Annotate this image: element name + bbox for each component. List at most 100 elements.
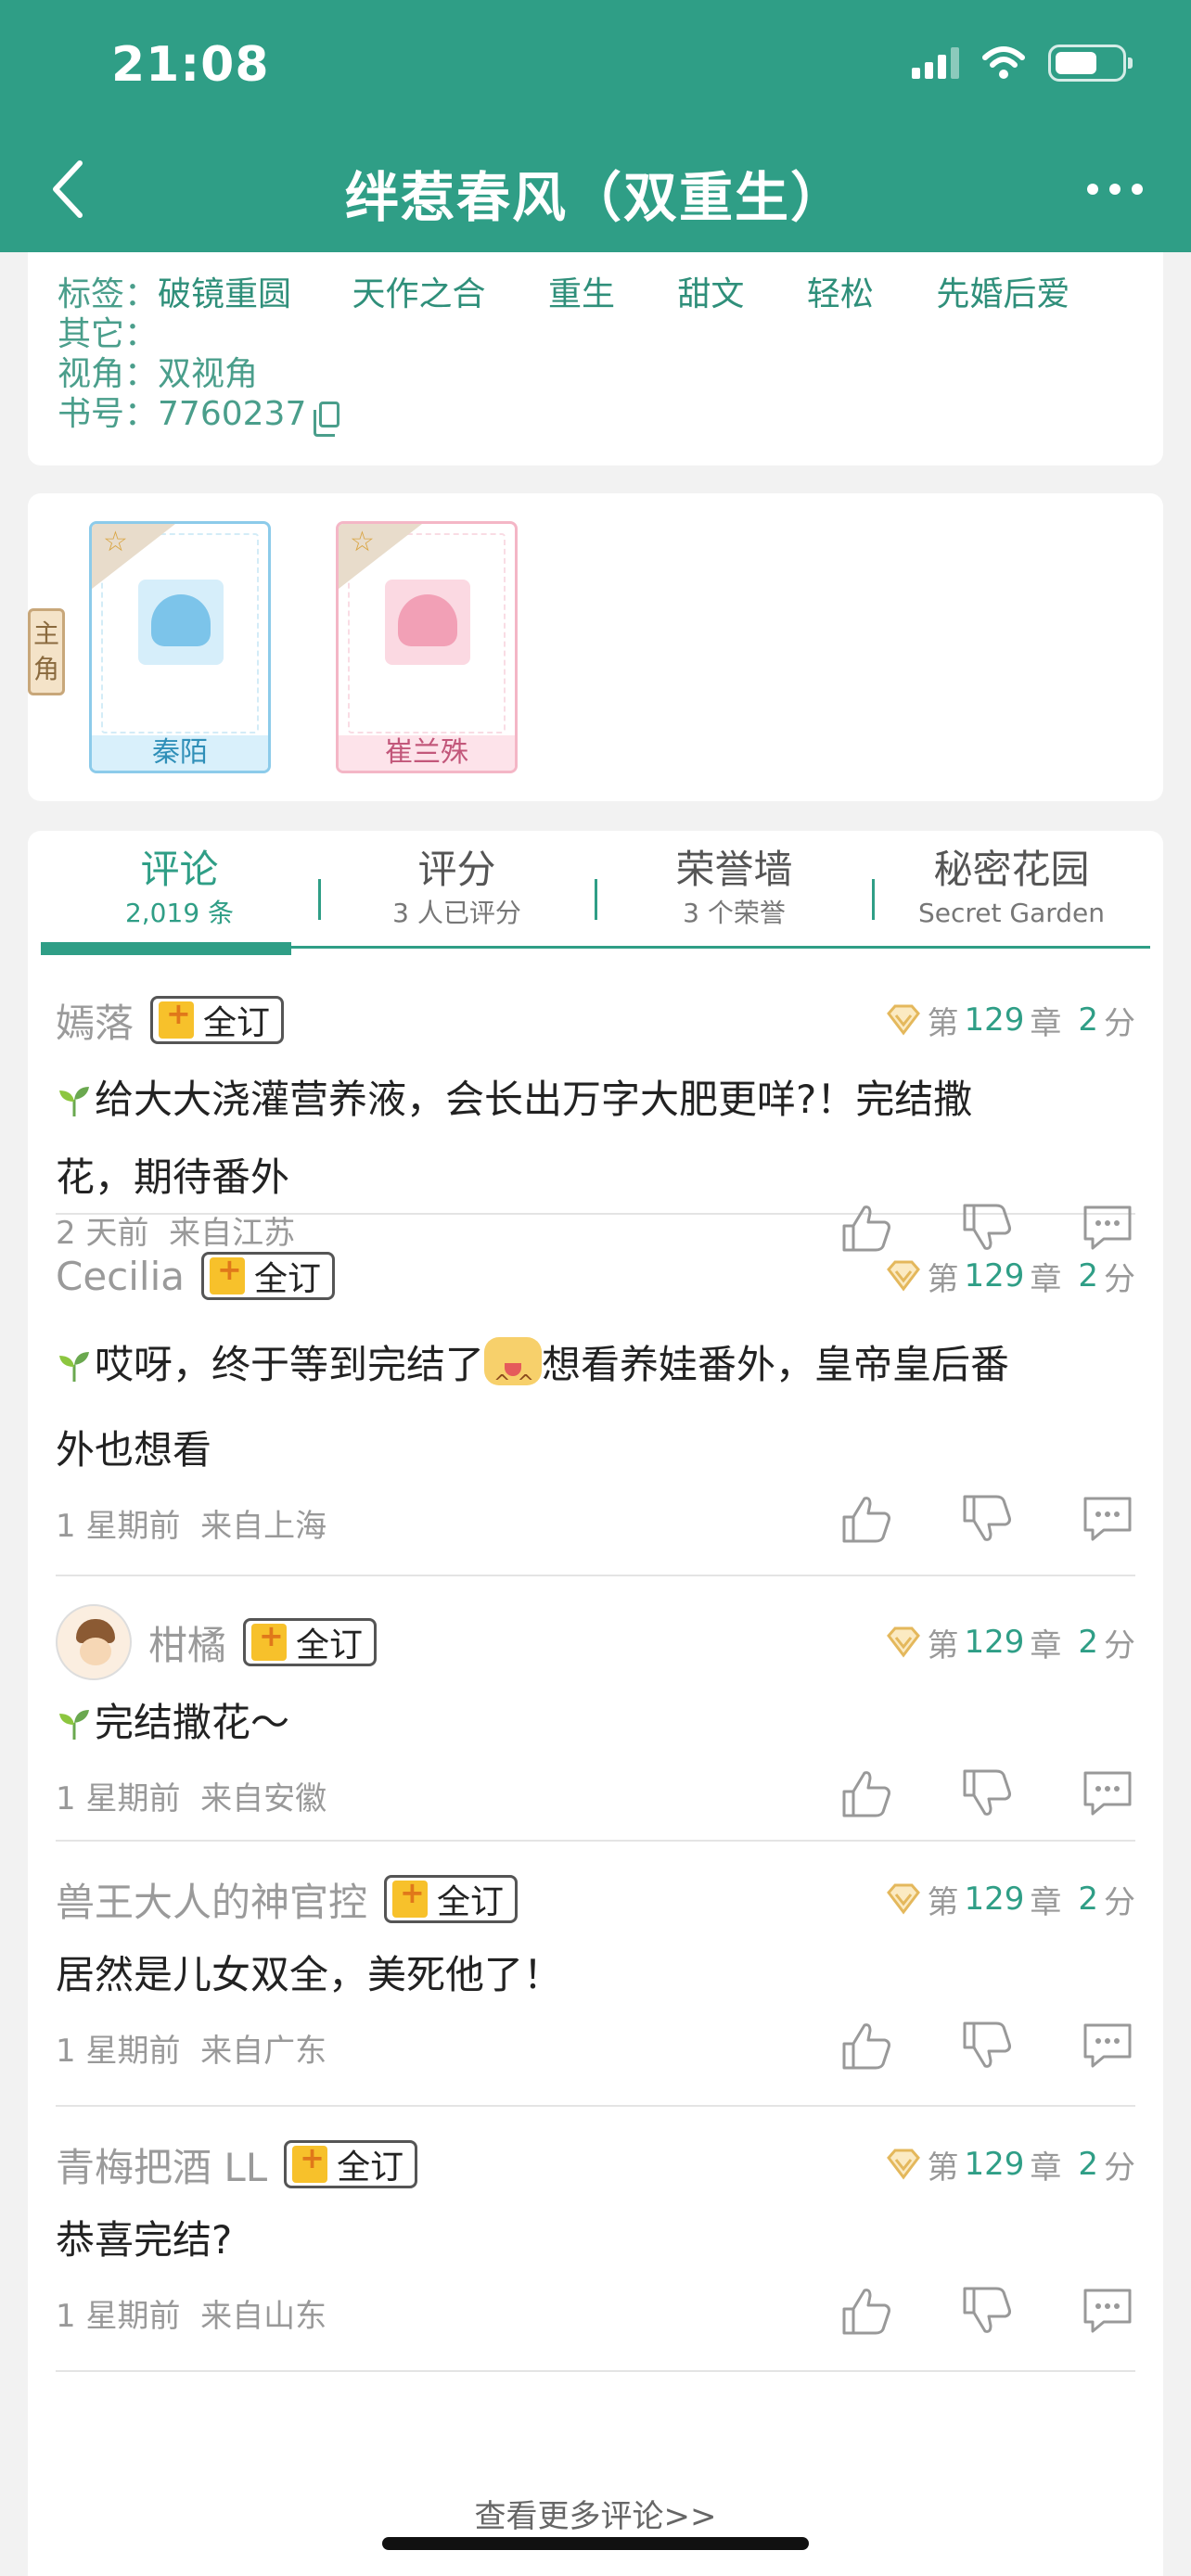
comment-username[interactable]: 青梅把酒 LL — [56, 2136, 267, 2193]
reply-icon[interactable] — [1080, 2020, 1135, 2072]
book-id: 7760237 — [158, 395, 307, 433]
subscription-badge: 全订 — [201, 1252, 336, 1300]
comment-actions — [839, 2020, 1135, 2072]
tab-divider — [595, 879, 597, 920]
thumb-up-icon[interactable] — [839, 2285, 894, 2337]
subscription-badge: 全订 — [150, 996, 285, 1044]
tab-bar: 评论 2,019 条 评分 3 人已评分 荣誉墙 3 个荣誉 秘密花园 Secret G… — [41, 844, 1150, 946]
vip-diamond-icon — [887, 1883, 921, 1915]
sprout-icon — [59, 1087, 89, 1116]
subscription-icon — [159, 996, 195, 1039]
role-name: 秦陌 — [92, 735, 268, 771]
signal-icon — [912, 47, 959, 79]
tab-divider — [872, 879, 875, 920]
sprout-icon — [59, 1710, 89, 1740]
tag[interactable]: 轻松 — [807, 275, 874, 313]
comment-meta: 1 星期前 来自山东 — [56, 2298, 327, 2335]
role-card-female[interactable]: ☆ 崔兰殊 — [336, 521, 518, 773]
role-avatar — [385, 580, 470, 665]
subscription-icon — [392, 1875, 429, 1918]
comment-item: 柑橘 全订 第129章2分 完结撒花～ 1 星期前 来自安徽 — [56, 1575, 1135, 1842]
view-more-comments-link[interactable]: 查看更多评论>> — [28, 2491, 1163, 2536]
subscription-badge: 全订 — [284, 2140, 418, 2188]
top-header: 21:08 绊惹春风（双重生） — [0, 0, 1191, 252]
tag[interactable]: 重生 — [548, 275, 615, 313]
comment-username[interactable]: 兽王大人的神官控 — [56, 1871, 367, 1928]
comment-text: 给大大浇灌营养液，会长出万字大肥更咩?！完结撒 花，期待番外 — [56, 1077, 973, 1200]
subscription-icon — [251, 1618, 288, 1661]
thumb-down-icon[interactable] — [959, 1493, 1015, 1545]
role-avatar — [138, 580, 224, 665]
comment-actions — [839, 2285, 1135, 2337]
reply-icon[interactable] — [1080, 2285, 1135, 2337]
book-info-card: 标签： 破镜重圆 天作之合 重生 甜文 轻松 先婚后爱 其它： 视角： 双视角 … — [28, 252, 1163, 465]
chapter-score: 第 129 章 2 分 — [886, 1254, 1135, 1299]
comment-actions — [839, 1767, 1135, 1819]
comments-card: 评论 2,019 条 评分 3 人已评分 荣誉墙 3 个荣誉 秘密花园 Secret G… — [28, 831, 1163, 2576]
tag[interactable]: 破镜重圆 — [158, 275, 291, 313]
comment-username[interactable]: 柑橘 — [148, 1614, 226, 1671]
tag[interactable]: 甜文 — [677, 275, 744, 313]
comment-username[interactable]: Cecilia — [56, 1254, 185, 1299]
thumb-down-icon[interactable] — [959, 1767, 1015, 1819]
comment-text: 哎呀，终于等到完结了想看养娃番外，皇帝皇后番外也想看 — [56, 1322, 1135, 1493]
thumb-up-icon[interactable] — [839, 2020, 894, 2072]
home-indicator[interactable] — [382, 2537, 809, 2550]
tab-comments[interactable]: 评论 2,019 条 — [41, 844, 318, 946]
tab-honor-wall[interactable]: 荣誉墙 3 个荣誉 — [596, 844, 873, 946]
tag[interactable]: 天作之合 — [352, 275, 485, 313]
chapter-score: 第 129 章 2 分 — [886, 1877, 1135, 1922]
view-row: 视角： 双视角 — [58, 355, 259, 393]
reply-icon[interactable] — [1080, 1493, 1135, 1545]
thumb-up-icon[interactable] — [839, 1767, 894, 1819]
tag[interactable]: 先婚后爱 — [936, 275, 1069, 313]
tags-row: 标签： 破镜重圆 天作之合 重生 甜文 轻松 先婚后爱 — [58, 275, 1070, 313]
comment-item: 青梅把酒 LL 全订 第129章2分 恭喜完结? 1 星期前 来自山东 — [56, 2105, 1135, 2372]
comment-actions — [839, 1493, 1135, 1545]
comment-username[interactable]: 嫣落 — [56, 992, 134, 1049]
subscription-icon — [210, 1252, 246, 1294]
roles-card: 主角 ☆ 秦陌 ☆ 崔兰殊 — [28, 493, 1163, 801]
avatar[interactable] — [56, 1604, 132, 1680]
vip-diamond-icon — [887, 1004, 921, 1036]
comment-item: 兽王大人的神官控 全订 第129章2分 居然是儿女双全，美死他了！ 1 星期前 … — [56, 1840, 1135, 2107]
comment-meta: 1 星期前 来自上海 — [56, 1508, 327, 1545]
star-icon: ☆ — [350, 526, 375, 558]
battery-icon — [1048, 45, 1133, 82]
wifi-icon — [982, 46, 1025, 79]
more-icon[interactable] — [1087, 184, 1143, 195]
vip-diamond-icon — [887, 2149, 921, 2180]
thumb-down-icon[interactable] — [959, 2285, 1015, 2337]
comment-text: 完结撒花～ — [56, 1697, 1135, 1749]
subscription-badge: 全订 — [384, 1875, 519, 1923]
chapter-score: 第 129 章 2 分 — [886, 998, 1135, 1043]
chapter-score: 第 129 章 2 分 — [886, 1620, 1135, 1665]
back-icon[interactable] — [46, 156, 93, 223]
tab-secret-garden[interactable]: 秘密花园 Secret Garden — [873, 844, 1150, 946]
comment-meta: 1 星期前 来自安徽 — [56, 1780, 327, 1817]
vip-diamond-icon — [887, 1260, 921, 1292]
role-name: 崔兰殊 — [339, 735, 515, 771]
book-id-row: 书号： 7760237 — [58, 394, 1133, 437]
sprout-icon — [59, 1352, 89, 1382]
star-icon: ☆ — [103, 526, 128, 558]
other-row: 其它： — [58, 315, 159, 353]
tab-active-indicator — [41, 942, 291, 955]
comment-meta: 1 星期前 来自广东 — [56, 2033, 327, 2070]
subscription-icon — [292, 2140, 328, 2183]
thumb-up-icon[interactable] — [839, 1493, 894, 1545]
reply-icon[interactable] — [1080, 1767, 1135, 1819]
vip-diamond-icon — [887, 1626, 921, 1658]
comment-text: 居然是儿女双全，美死他了！ — [56, 1952, 563, 1997]
thumb-down-icon[interactable] — [959, 2020, 1015, 2072]
copy-icon[interactable] — [314, 402, 340, 437]
subscription-badge: 全订 — [243, 1618, 378, 1666]
tab-ratings[interactable]: 评分 3 人已评分 — [318, 844, 596, 946]
comment-text: 恭喜完结? — [56, 2217, 233, 2263]
role-card-male[interactable]: ☆ 秦陌 — [89, 521, 271, 773]
tab-divider — [318, 879, 321, 920]
page-title: 绊惹春风（双重生） — [344, 166, 846, 229]
main-role-label: 主角 — [28, 608, 65, 695]
comment-item: 嫣落 全订 第129章2分 给大大浇灌营养液，会长出万字大肥更咩?！完结撒花，期… — [56, 992, 1135, 1252]
emoji-icon — [484, 1337, 543, 1426]
